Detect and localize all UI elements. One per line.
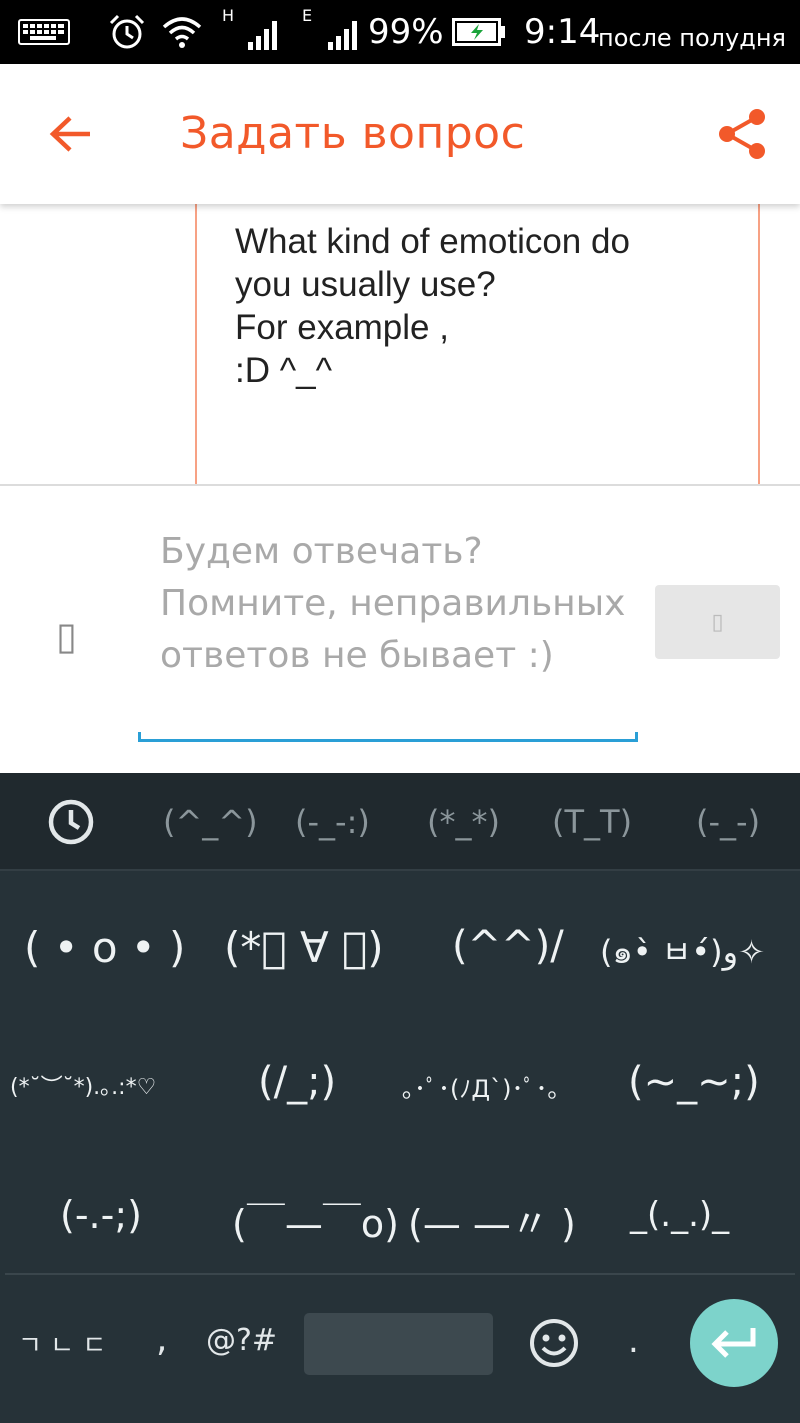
emoticon-key[interactable]: (๑•̀ ㅂ•́)و✧ bbox=[600, 927, 765, 978]
emoticon-key[interactable]: ( • o • ) bbox=[24, 923, 185, 972]
battery-percent: 99% bbox=[368, 12, 444, 52]
status-bar: H E 99% 9:14 после полудня bbox=[0, 0, 800, 64]
signal-1-icon: H bbox=[218, 0, 282, 64]
enter-key[interactable] bbox=[690, 1299, 778, 1387]
send-button[interactable]: ▯ bbox=[655, 585, 780, 659]
clock-time: 9:14 bbox=[524, 12, 601, 52]
emoticon-keyboard: (^_^) (-_-:) (*_*) (T_T) (-_-) ( • o • )… bbox=[0, 773, 800, 1423]
smiley-icon bbox=[530, 1319, 578, 1367]
hangul-key[interactable]: ㄱ ㄴ ㄷ bbox=[18, 1325, 106, 1362]
app-bar: Задать вопрос bbox=[0, 64, 800, 204]
emoticon-key[interactable]: (*ﾟ ∀ ﾟ) bbox=[224, 923, 384, 972]
keyboard-icon bbox=[18, 0, 70, 64]
emoticon-key[interactable]: (*˘︶˘*).｡.:*♡ bbox=[10, 1069, 156, 1101]
question-card: What kind of emoticon do you usually use… bbox=[195, 204, 760, 484]
emoticon-key[interactable]: (￣—￣o) bbox=[232, 1193, 399, 1248]
emoticon-key[interactable]: _(._.)_ bbox=[630, 1195, 729, 1235]
keyboard-bottom-row: ㄱ ㄴ ㄷ , @?# . bbox=[0, 1275, 800, 1423]
network-type-2: E bbox=[302, 6, 313, 25]
emoticon-key[interactable]: (^^)/ bbox=[452, 923, 564, 969]
tab-category-4[interactable]: (T_T) bbox=[552, 773, 632, 871]
alarm-icon bbox=[108, 0, 146, 64]
share-button[interactable] bbox=[712, 104, 772, 164]
spacebar[interactable] bbox=[304, 1313, 493, 1375]
tab-category-5[interactable]: (-_-) bbox=[696, 773, 760, 871]
attach-icon[interactable]: ▯ bbox=[56, 614, 77, 658]
tab-category-3[interactable]: (*_*) bbox=[427, 773, 500, 871]
comma-key[interactable]: , bbox=[156, 1319, 167, 1360]
signal-2-icon: E bbox=[300, 0, 362, 64]
clock-ampm: после полудня bbox=[598, 24, 786, 52]
emoticon-key[interactable]: (~_~;) bbox=[628, 1059, 760, 1105]
emoticon-key[interactable]: ｡･ﾟ･(ﾉД`)･ﾟ･｡ bbox=[402, 1069, 559, 1104]
answer-placeholder: Будем отвечать? Помните, неправильных от… bbox=[160, 531, 626, 676]
share-icon bbox=[719, 109, 765, 159]
battery-charging-icon bbox=[452, 0, 506, 64]
emoticon-key[interactable]: (-.-;) bbox=[60, 1193, 142, 1237]
network-type-1: H bbox=[222, 6, 235, 25]
question-area: What kind of emoticon do you usually use… bbox=[0, 204, 800, 484]
period-key[interactable]: . bbox=[628, 1321, 639, 1361]
page-title: Задать вопрос bbox=[180, 108, 526, 159]
enter-icon bbox=[711, 1328, 756, 1358]
emoticon-key[interactable]: (/_;) bbox=[258, 1059, 336, 1105]
emoji-key[interactable] bbox=[528, 1317, 580, 1373]
back-button[interactable] bbox=[42, 106, 98, 162]
wifi-icon bbox=[162, 0, 202, 64]
arrow-left-icon bbox=[49, 116, 90, 152]
tab-category-1[interactable]: (^_^) bbox=[163, 773, 258, 871]
clock-icon bbox=[48, 799, 94, 845]
question-text: What kind of emoticon do you usually use… bbox=[235, 222, 630, 390]
symbols-key[interactable]: @?# bbox=[206, 1323, 277, 1358]
answer-area: ▯ Будем отвечать? Помните, неправильных … bbox=[0, 486, 800, 773]
tab-category-2[interactable]: (-_-:) bbox=[295, 773, 370, 871]
emoticon-category-tabs: (^_^) (-_-:) (*_*) (T_T) (-_-) bbox=[0, 773, 800, 871]
tab-recent[interactable] bbox=[46, 773, 96, 871]
answer-input[interactable]: Будем отвечать? Помните, неправильных от… bbox=[138, 520, 638, 742]
emoticon-key[interactable]: (— —〃 ) bbox=[408, 1193, 576, 1248]
